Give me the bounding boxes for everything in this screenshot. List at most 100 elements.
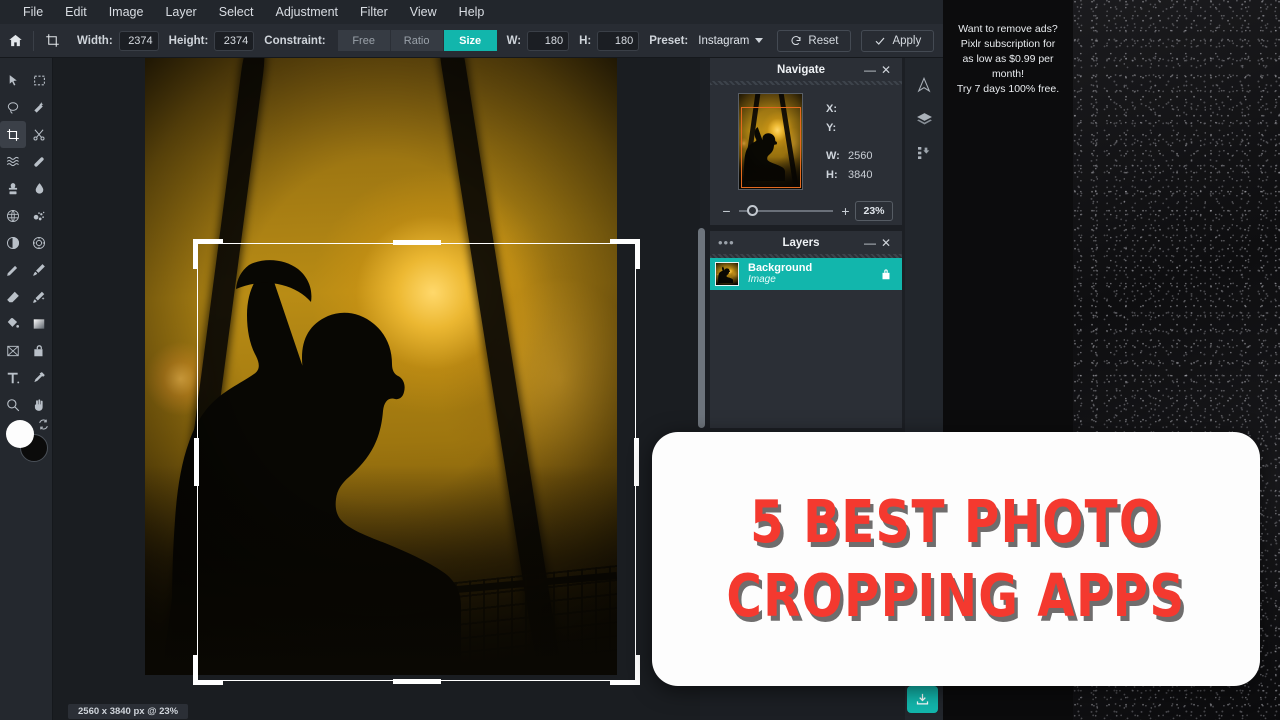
menu-item-help[interactable]: Help — [448, 0, 496, 24]
swap-colors-icon[interactable] — [37, 418, 50, 436]
crop-handle-right[interactable] — [634, 438, 639, 486]
lock-icon[interactable] — [879, 267, 893, 281]
lasso-icon[interactable] — [0, 94, 26, 121]
canvas-area[interactable] — [53, 58, 700, 720]
constraint-option-size[interactable]: Size — [444, 30, 497, 51]
navigator-stats: X: Y: W: 2560 H: — [826, 93, 872, 197]
ad-line-1: Want to remove ads? — [950, 22, 1066, 37]
close-icon[interactable]: ✕ — [878, 236, 894, 250]
stamp-icon[interactable] — [0, 175, 26, 202]
bandage-icon[interactable] — [26, 148, 52, 175]
crop-height-input[interactable] — [597, 31, 639, 51]
magnifier-icon[interactable] — [0, 391, 26, 418]
ad-text[interactable]: Want to remove ads? Pixlr subscription f… — [950, 22, 1066, 97]
ad-line-5: Try 7 days 100% free. — [950, 82, 1066, 97]
half-circle-icon[interactable] — [0, 229, 26, 256]
menu-item-view[interactable]: View — [399, 0, 448, 24]
chevron-down-icon — [755, 38, 763, 43]
preset-label: Preset: — [649, 35, 688, 47]
foreground-color-swatch[interactable] — [6, 420, 34, 448]
shape-box-icon[interactable] — [0, 337, 26, 364]
preset-value: Instagram — [698, 35, 749, 47]
ad-panel: Want to remove ads? Pixlr subscription f… — [943, 0, 1073, 430]
home-icon[interactable] — [0, 24, 30, 58]
navigator-x-label: X: — [826, 103, 848, 115]
crop-tool-button[interactable] — [0, 121, 26, 148]
constraint-option-free[interactable]: Free — [338, 30, 391, 51]
compass-icon[interactable] — [905, 68, 943, 102]
scissors-icon[interactable] — [26, 121, 52, 148]
globe-grid-icon[interactable] — [0, 202, 26, 229]
text-t-icon[interactable] — [0, 364, 26, 391]
close-icon[interactable]: ✕ — [878, 63, 894, 77]
cursor-arrow-icon[interactable] — [0, 67, 26, 94]
height-label: Height: — [169, 35, 209, 47]
layer-type: Image — [748, 275, 879, 286]
dashed-rectangle-icon[interactable] — [26, 67, 52, 94]
height-input[interactable] — [214, 31, 254, 51]
zoom-slider-thumb[interactable] — [747, 205, 758, 216]
navigator-h-label: H: — [826, 169, 848, 181]
crop-icon[interactable] — [37, 24, 67, 58]
minimize-icon[interactable]: — — [862, 63, 878, 77]
color-swatches — [6, 420, 52, 468]
navigator-thumbnail[interactable] — [738, 93, 803, 190]
ad-line-4: month! — [950, 67, 1066, 82]
menu-item-image[interactable]: Image — [98, 0, 155, 24]
menu-item-filter[interactable]: Filter — [349, 0, 399, 24]
menu-item-edit[interactable]: Edit — [54, 0, 98, 24]
screenshot-root: File Edit Image Layer Select Adjustment … — [0, 0, 1280, 720]
magic-wand-icon[interactable] — [26, 94, 52, 121]
reset-button[interactable]: Reset — [777, 30, 851, 52]
hand-icon[interactable] — [26, 391, 52, 418]
navigator-y-label: Y: — [826, 122, 848, 134]
lock-bag-icon[interactable] — [26, 337, 52, 364]
tool-row — [0, 229, 52, 256]
minimize-icon[interactable]: — — [862, 236, 878, 250]
particles-icon[interactable] — [26, 202, 52, 229]
brush-sparkle-icon[interactable] — [26, 283, 52, 310]
crop-width-input[interactable] — [527, 31, 569, 51]
tool-palette — [0, 58, 53, 720]
menu-item-adjustment[interactable]: Adjustment — [264, 0, 349, 24]
paintbrush-icon[interactable] — [26, 256, 52, 283]
layers-stack-icon[interactable] — [905, 102, 943, 136]
navigator-w-row: W: 2560 — [826, 146, 872, 165]
menu-item-select[interactable]: Select — [208, 0, 265, 24]
navigator-viewport-rect[interactable] — [741, 107, 801, 188]
toolbar-divider — [33, 31, 34, 51]
table-row[interactable]: Background Image — [710, 258, 902, 290]
more-options-icon[interactable]: ••• — [718, 235, 740, 250]
waves-icon[interactable] — [0, 148, 26, 175]
crop-handle-bottom[interactable] — [393, 679, 441, 684]
water-drop-icon[interactable] — [26, 175, 52, 202]
eyedropper-icon[interactable] — [26, 364, 52, 391]
eraser-icon[interactable] — [0, 283, 26, 310]
panel-scrollbar[interactable] — [698, 228, 705, 428]
navigator-w-value: 2560 — [848, 150, 872, 162]
menu-item-layer[interactable]: Layer — [154, 0, 207, 24]
navigate-panel-body: X: Y: W: 2560 H: — [710, 85, 902, 197]
zoom-level-value[interactable]: 23% — [855, 201, 893, 221]
navigator-w-label: W: — [826, 150, 848, 162]
ad-line-3: as low as $0.99 per — [950, 52, 1066, 67]
save-button[interactable] — [907, 686, 938, 713]
image-bottom-shadow — [145, 465, 617, 675]
pencil-icon[interactable] — [0, 256, 26, 283]
tool-row — [0, 94, 52, 121]
constraint-label: Constraint: — [264, 35, 325, 47]
paint-bucket-icon[interactable] — [0, 310, 26, 337]
navigator-x-row: X: — [826, 99, 872, 118]
gear-circle-icon[interactable] — [26, 229, 52, 256]
apply-button[interactable]: Apply — [861, 30, 934, 52]
gradient-square-icon[interactable] — [26, 310, 52, 337]
width-input[interactable] — [119, 31, 159, 51]
constraint-option-ratio[interactable]: Ratio — [391, 30, 444, 51]
title-card: 5 Best Photo Cropping Apps — [652, 432, 1260, 686]
history-icon[interactable] — [905, 136, 943, 170]
zoom-in-button[interactable]: + — [840, 203, 851, 219]
zoom-out-button[interactable]: − — [721, 203, 732, 219]
zoom-slider[interactable] — [739, 210, 833, 212]
preset-dropdown[interactable]: Instagram — [694, 30, 767, 51]
menu-item-file[interactable]: File — [12, 0, 54, 24]
